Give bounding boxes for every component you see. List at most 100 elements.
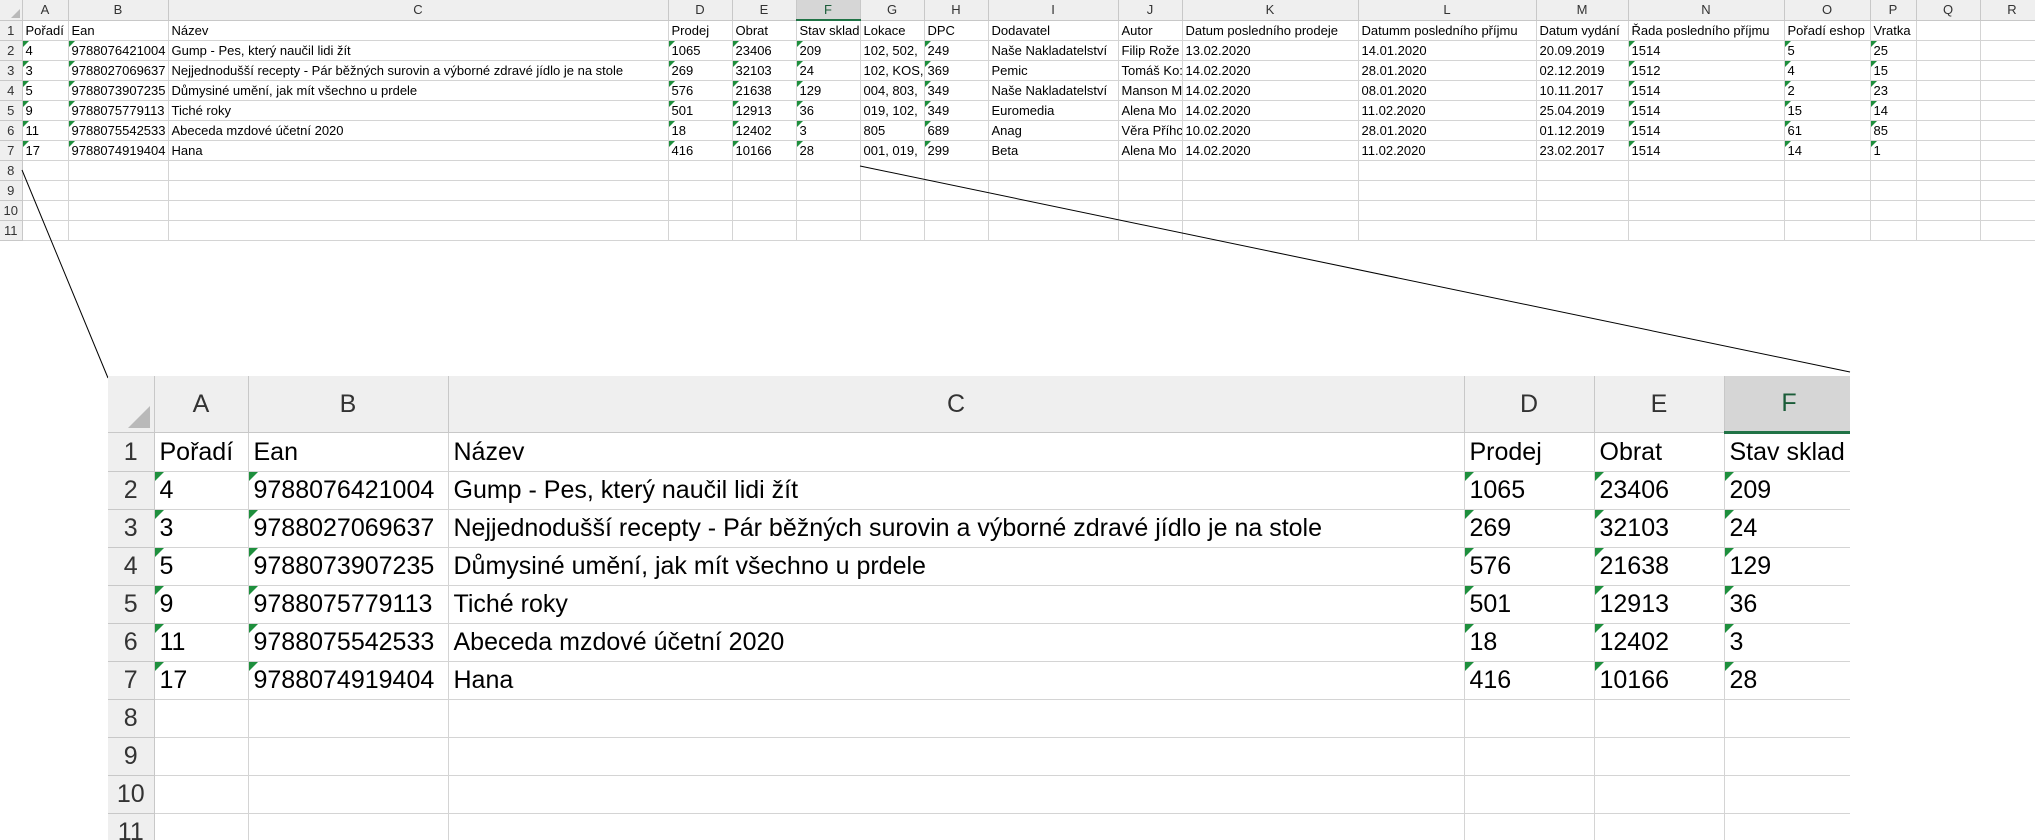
- cell[interactable]: 10.02.2020: [1182, 120, 1359, 141]
- cell[interactable]: [924, 180, 989, 201]
- cell[interactable]: [1870, 200, 1917, 221]
- cell[interactable]: Pořadí eshop: [1784, 20, 1871, 41]
- cell[interactable]: [668, 180, 733, 201]
- cell[interactable]: 14: [1784, 140, 1871, 161]
- cell[interactable]: 28.01.2020: [1358, 60, 1537, 81]
- cell[interactable]: 13.02.2020: [1182, 40, 1359, 61]
- cell[interactable]: [860, 220, 925, 241]
- cell[interactable]: 9788027069637: [68, 60, 169, 81]
- cell[interactable]: Prodej: [1464, 432, 1595, 472]
- cell[interactable]: [732, 200, 797, 221]
- cell[interactable]: [1594, 813, 1725, 840]
- cell[interactable]: 18: [1464, 623, 1595, 662]
- cell[interactable]: 576: [668, 80, 733, 101]
- cell[interactable]: [248, 699, 449, 738]
- cell[interactable]: [1784, 220, 1871, 241]
- cell[interactable]: 14.02.2020: [1182, 80, 1359, 101]
- cell[interactable]: 14.02.2020: [1182, 140, 1359, 161]
- row-header[interactable]: 4: [108, 547, 155, 586]
- cell[interactable]: [1724, 699, 1850, 738]
- cell[interactable]: [448, 775, 1465, 814]
- select-all-corner[interactable]: [108, 376, 155, 433]
- cell[interactable]: 9788076421004: [248, 471, 449, 510]
- cell[interactable]: [1464, 813, 1595, 840]
- cell[interactable]: Gump - Pes, který naučil lidi žít: [168, 40, 669, 61]
- column-header-b[interactable]: B: [68, 0, 169, 21]
- cell[interactable]: 9788074919404: [68, 140, 169, 161]
- column-header-i[interactable]: I: [988, 0, 1119, 21]
- cell[interactable]: 28: [796, 140, 861, 161]
- cell[interactable]: [154, 737, 249, 776]
- cell[interactable]: [1358, 200, 1537, 221]
- cell[interactable]: 209: [796, 40, 861, 61]
- cell[interactable]: Prodej: [668, 20, 733, 41]
- cell[interactable]: 269: [668, 60, 733, 81]
- cell[interactable]: [448, 737, 1465, 776]
- cell[interactable]: [1916, 100, 1981, 121]
- cell[interactable]: Abeceda mzdové účetní 2020: [448, 623, 1465, 662]
- cell[interactable]: Nejjednodušší recepty - Pár běžných suro…: [448, 509, 1465, 548]
- cell[interactable]: [1980, 80, 2035, 101]
- cell[interactable]: 9: [154, 585, 249, 624]
- cell[interactable]: [68, 220, 169, 241]
- cell[interactable]: [1182, 200, 1359, 221]
- column-header-k[interactable]: K: [1182, 0, 1359, 21]
- cell[interactable]: 24: [1724, 509, 1850, 548]
- cell[interactable]: [1118, 200, 1183, 221]
- row-header[interactable]: 9: [108, 737, 155, 776]
- column-header-n[interactable]: N: [1628, 0, 1785, 21]
- cell[interactable]: [1916, 60, 1981, 81]
- cell[interactable]: Datum vydání: [1536, 20, 1629, 41]
- cell[interactable]: 1514: [1628, 40, 1785, 61]
- cell[interactable]: 249: [924, 40, 989, 61]
- cell[interactable]: [1358, 220, 1537, 241]
- cell[interactable]: 1065: [1464, 471, 1595, 510]
- cell[interactable]: Pemic: [988, 60, 1119, 81]
- cell[interactable]: 21638: [1594, 547, 1725, 586]
- cell[interactable]: Ean: [68, 20, 169, 41]
- cell[interactable]: [1536, 160, 1629, 181]
- cell[interactable]: [1118, 180, 1183, 201]
- cell[interactable]: [988, 200, 1119, 221]
- cell[interactable]: 209: [1724, 471, 1850, 510]
- cell[interactable]: [1464, 775, 1595, 814]
- cell[interactable]: 299: [924, 140, 989, 161]
- row-header[interactable]: 11: [0, 220, 23, 241]
- cell[interactable]: [988, 220, 1119, 241]
- cell[interactable]: 1: [1870, 140, 1917, 161]
- cell[interactable]: [168, 220, 669, 241]
- cell[interactable]: 3: [796, 120, 861, 141]
- cell[interactable]: 129: [1724, 547, 1850, 586]
- cell[interactable]: 501: [1464, 585, 1595, 624]
- row-header[interactable]: 2: [0, 40, 23, 61]
- cell[interactable]: Důmysiné umění, jak mít všechno u prdele: [448, 547, 1465, 586]
- row-header[interactable]: 4: [0, 80, 23, 101]
- cell[interactable]: Obrat: [732, 20, 797, 41]
- cell[interactable]: [732, 180, 797, 201]
- cell[interactable]: 28.01.2020: [1358, 120, 1537, 141]
- cell[interactable]: 25.04.2019: [1536, 100, 1629, 121]
- cell[interactable]: [1870, 180, 1917, 201]
- column-header-o[interactable]: O: [1784, 0, 1871, 21]
- cell[interactable]: [1980, 120, 2035, 141]
- cell[interactable]: [668, 200, 733, 221]
- cell[interactable]: Nejjednodušší recepty - Pár běžných suro…: [168, 60, 669, 81]
- column-header-m[interactable]: M: [1536, 0, 1629, 21]
- column-header-d[interactable]: D: [1464, 376, 1595, 433]
- column-header-g[interactable]: G: [860, 0, 925, 21]
- cell[interactable]: 10.11.2017: [1536, 80, 1629, 101]
- cell[interactable]: 1514: [1628, 120, 1785, 141]
- cell[interactable]: 15: [1784, 100, 1871, 121]
- cell[interactable]: Důmysiné umění, jak mít všechno u prdele: [168, 80, 669, 101]
- cell[interactable]: 102, KOS,: [860, 60, 925, 81]
- column-header-c[interactable]: C: [448, 376, 1465, 433]
- cell[interactable]: 23: [1870, 80, 1917, 101]
- cell[interactable]: 08.01.2020: [1358, 80, 1537, 101]
- cell[interactable]: [796, 160, 861, 181]
- cell[interactable]: [1724, 775, 1850, 814]
- cell[interactable]: [1784, 180, 1871, 201]
- cell[interactable]: [1916, 180, 1981, 201]
- cell[interactable]: 14.01.2020: [1358, 40, 1537, 61]
- cell[interactable]: Dodavatel: [988, 20, 1119, 41]
- row-header[interactable]: 10: [108, 775, 155, 814]
